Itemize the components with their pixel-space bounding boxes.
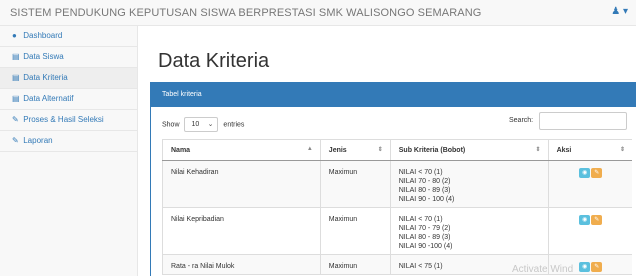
cell-sub-kriteria: NILAI < 70 (1) NILAI 70 - 80 (2) NILAI 8…	[389, 160, 549, 208]
table-icon: ▤	[12, 52, 20, 61]
app-brand[interactable]: SISTEM PENDUKUNG KEPUTUSAN SISWA BERPRES…	[10, 7, 481, 19]
sidebar-item-dashboard[interactable]: ● Dashboard	[0, 26, 137, 47]
cell-aksi: ◉ ✎	[547, 207, 632, 255]
sub-kriteria-item: NILAI 90 - 100 (4)	[398, 196, 455, 203]
sidebar-item-data-alternatif[interactable]: ▤ Data Alternatif	[0, 89, 137, 110]
sidebar-item-label: Data Alternatif	[23, 94, 74, 103]
sort-icon: ⇕	[377, 147, 383, 153]
cell-aksi: ◉ ✎	[547, 160, 632, 208]
sub-kriteria-item: NILAI 90 -100 (4)	[398, 243, 453, 250]
pencil-icon: ✎	[594, 217, 600, 223]
entries-value: 10	[191, 121, 200, 128]
sidebar-item-label: Data Kriteria	[23, 73, 68, 82]
cell-jenis: Maximun	[319, 254, 391, 275]
cell-nama: Nilai Kehadiran	[162, 160, 321, 208]
user-menu[interactable]: ♟ ▾	[611, 6, 628, 17]
pencil-icon: ✎	[594, 170, 600, 176]
user-icon: ♟	[611, 6, 621, 17]
edit-button[interactable]: ✎	[591, 262, 603, 272]
sort-asc-icon: ▲	[306, 146, 313, 152]
edit-button[interactable]: ✎	[591, 215, 603, 225]
panel-heading: Tabel kriteria	[151, 83, 636, 107]
sub-kriteria-item: NILAI < 70 (1)	[398, 216, 443, 223]
sidebar-item-label: Dashboard	[23, 31, 63, 40]
entries-select[interactable]: 10 ⌄	[184, 117, 219, 132]
cell-sub-kriteria: NILAI < 70 (1) NILAI 70 - 79 (2) NILAI 8…	[389, 207, 549, 255]
search-input[interactable]	[539, 112, 627, 130]
eye-icon: ◉	[582, 217, 588, 223]
sidebar-item-label: Proses & Hasil Seleksi	[23, 115, 104, 124]
cell-nama: Nilai Kepribadian	[162, 207, 321, 255]
sidebar-item-label: Laporan	[23, 136, 53, 145]
cell-jenis: Maximun	[319, 160, 391, 208]
sidebar-item-data-kriteria[interactable]: ▤ Data Kriteria	[0, 68, 137, 89]
view-button[interactable]: ◉	[579, 262, 591, 272]
column-header-jenis[interactable]: Jenis ⇕	[319, 139, 391, 161]
entries-length-control: Show 10 ⌄ entries	[162, 117, 244, 132]
page-title: Data Kriteria	[158, 50, 270, 72]
sidebar-item-laporan[interactable]: ✎ Laporan	[0, 131, 137, 152]
edit-icon: ✎	[12, 115, 19, 124]
table-icon: ▤	[12, 73, 20, 82]
pencil-icon: ✎	[594, 264, 600, 270]
sub-kriteria-item: NILAI 80 - 89 (3)	[398, 234, 451, 241]
sub-kriteria-item: NILAI 70 - 80 (2)	[398, 178, 451, 185]
sub-kriteria-item: NILAI 80 - 89 (3)	[398, 187, 451, 194]
cell-nama: Rata - ra Nilai Mulok	[162, 254, 321, 275]
sidebar-item-proses-hasil-seleksi[interactable]: ✎ Proses & Hasil Seleksi	[0, 110, 137, 131]
chevron-down-icon: ▾	[622, 6, 628, 17]
table-header-row: Nama ▲ Jenis ⇕ Sub Kriteria (Bobot) ⇕ Aksi ⇕	[162, 139, 632, 161]
sub-kriteria-item: NILAI < 70 (1)	[398, 169, 443, 176]
criteria-table: Nama ▲ Jenis ⇕ Sub Kriteria (Bobot) ⇕ Aksi ⇕…	[162, 139, 632, 275]
sidebar: ● Dashboard ▤ Data Siswa ▤ Data Kriteria…	[0, 26, 138, 276]
dashboard-icon: ●	[12, 31, 17, 40]
criteria-panel: Tabel kriteria Show 10 ⌄ entries Search: …	[150, 82, 636, 276]
view-button[interactable]: ◉	[579, 215, 591, 225]
edit-button[interactable]: ✎	[591, 168, 603, 178]
table-row: Nilai Kepribadian Maximun NILAI < 70 (1)…	[162, 207, 632, 255]
sidebar-item-label: Data Siswa	[23, 52, 64, 61]
top-navbar: SISTEM PENDUKUNG KEPUTUSAN SISWA BERPRES…	[0, 0, 636, 26]
sort-icon: ⇕	[535, 147, 541, 153]
cell-jenis: Maximun	[319, 207, 391, 255]
table-icon: ▤	[12, 94, 20, 103]
show-label: Show	[162, 121, 180, 129]
table-row: Nilai Kehadiran Maximun NILAI < 70 (1) N…	[162, 160, 632, 208]
search-label: Search:	[509, 117, 534, 124]
activate-windows-watermark: Activate Wind	[512, 264, 574, 275]
column-header-sub-kriteria[interactable]: Sub Kriteria (Bobot) ⇕	[389, 139, 549, 161]
sidebar-item-data-siswa[interactable]: ▤ Data Siswa	[0, 47, 137, 68]
view-button[interactable]: ◉	[579, 168, 591, 178]
eye-icon: ◉	[582, 170, 588, 176]
eye-icon: ◉	[582, 264, 588, 270]
sub-kriteria-item: NILAI 70 - 79 (2)	[398, 225, 451, 232]
chevron-down-icon: ⌄	[207, 121, 214, 128]
sort-icon: ⇕	[619, 147, 625, 153]
entries-label: entries	[223, 121, 245, 129]
edit-icon: ✎	[12, 136, 19, 145]
column-header-aksi[interactable]: Aksi ⇕	[547, 139, 632, 161]
column-header-nama[interactable]: Nama ▲	[162, 139, 321, 161]
